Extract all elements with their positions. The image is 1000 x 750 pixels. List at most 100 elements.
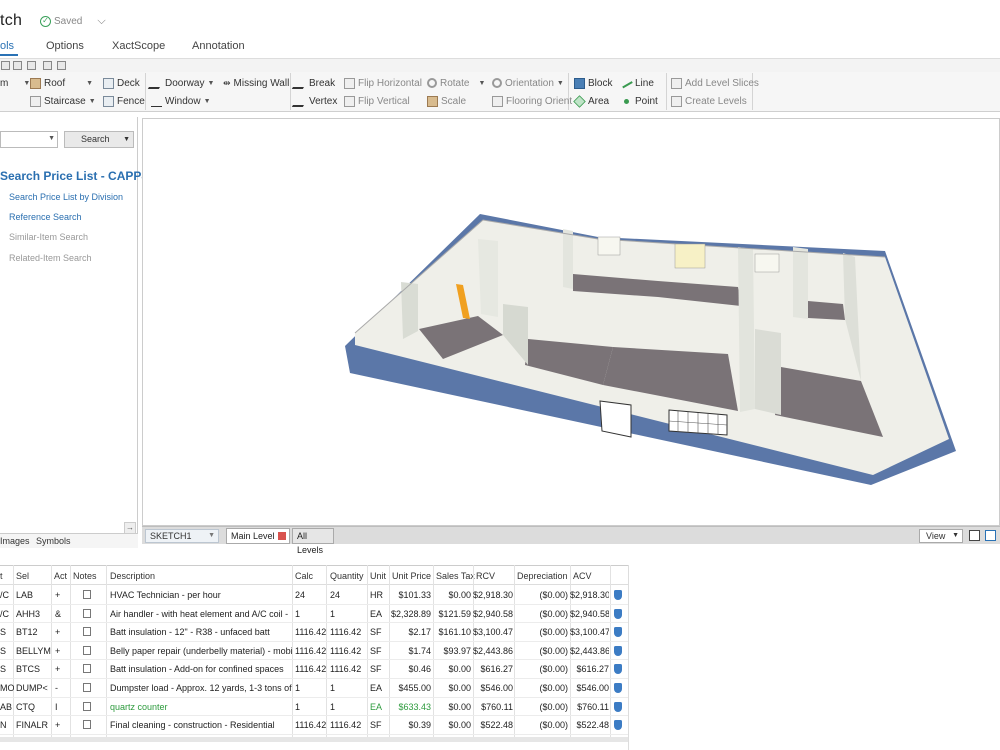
ribbon-group-levels: Add Level Slices Create Levels — [669, 73, 759, 110]
copy-icon[interactable] — [1, 61, 10, 70]
reference-search-link[interactable]: Reference Search — [9, 212, 82, 222]
col-depreciation[interactable]: Depreciation — [517, 571, 568, 581]
notes-icon[interactable] — [83, 720, 91, 730]
notes-icon[interactable] — [83, 645, 91, 655]
cell-calc: 1116.42 — [295, 664, 327, 675]
ribbon-group-edit: Break Vertex Flip Horizontal Flip Vertic… — [291, 73, 572, 110]
flip-vertical-button[interactable]: Flip Vertical — [344, 93, 410, 109]
area-button[interactable]: Area — [573, 93, 609, 109]
related-item-search-link[interactable]: Related-Item Search — [9, 253, 92, 263]
scale-button[interactable]: Scale — [427, 93, 466, 109]
chevron-down-icon[interactable]: ▼ — [123, 132, 130, 147]
tab-tools[interactable]: ols — [0, 38, 18, 56]
create-levels-button[interactable]: Create Levels — [671, 93, 747, 109]
col-acv[interactable]: ACV — [573, 571, 592, 581]
col-description[interactable]: Description — [110, 571, 155, 581]
save-icon[interactable] — [57, 61, 66, 70]
cell-rcv: $546.00 — [480, 683, 513, 693]
close-icon[interactable] — [278, 532, 286, 540]
table-row[interactable]: S BT12 + Batt insulation - 12" - R38 - unfa… — [0, 623, 628, 642]
paste-icon[interactable] — [13, 61, 22, 70]
sketch-select[interactable]: SKETCH1 ▼ — [145, 529, 219, 543]
notes-icon[interactable] — [83, 627, 91, 637]
col-sel[interactable]: Sel — [16, 571, 29, 581]
flip-horizontal-button[interactable]: Flip Horizontal — [344, 75, 422, 91]
view-2d-icon[interactable] — [969, 530, 980, 541]
cell-unit: SF — [370, 720, 382, 731]
col-unit[interactable]: Unit — [370, 571, 386, 581]
search-input[interactable]: ▼ — [0, 131, 58, 148]
chevron-down-icon[interactable]: ⌵ — [97, 15, 105, 28]
col-cat[interactable]: t — [0, 571, 3, 581]
saved-status[interactable]: ✓ Saved ⌵ — [40, 15, 106, 28]
view-3d-icon[interactable] — [985, 530, 996, 541]
col-notes[interactable]: Notes — [73, 571, 97, 581]
print-icon[interactable] — [43, 61, 52, 70]
cell-dep: ($0.00) — [539, 645, 568, 656]
cell-dep: ($0.00) — [539, 720, 568, 731]
notes-icon[interactable] — [83, 590, 91, 599]
deck-button[interactable]: Deck — [103, 75, 140, 91]
tab-xactscope[interactable]: XactScope — [112, 38, 165, 56]
window-button[interactable]: Window ▼ — [151, 93, 211, 109]
rotate-button[interactable]: Rotate ▼ — [427, 75, 485, 91]
view-select[interactable]: View ▼ — [919, 529, 963, 543]
cell-desc: Belly paper repair (underbelly material)… — [110, 645, 292, 656]
break-button[interactable]: Break — [291, 75, 335, 91]
col-unit-price[interactable]: Unit Price — [392, 571, 431, 581]
tab-main-level[interactable]: Main Level — [226, 528, 290, 544]
table-row[interactable]: MO DUMP< - Dumpster load - Approx. 12 yards… — [0, 679, 628, 698]
missing-wall-button[interactable]: ⇹ Missing Wall — [223, 75, 289, 91]
area-icon — [573, 94, 586, 108]
add-level-slices-button[interactable]: Add Level Slices — [671, 75, 759, 91]
table-row[interactable]: N FINALR + Final cleaning - construction - … — [0, 716, 628, 735]
fence-icon — [103, 95, 114, 107]
chevron-down-icon[interactable]: ▼ — [48, 135, 55, 142]
table-row[interactable]: /C LAB + HVAC Technician - per hour 24 24 HR $1… — [0, 586, 628, 605]
col-rcv[interactable]: RCV — [476, 571, 495, 581]
interior-wall — [793, 247, 808, 319]
undo-icon[interactable] — [27, 61, 36, 70]
cell-dep: ($0.00) — [539, 664, 568, 675]
col-act[interactable]: Act — [54, 571, 67, 581]
point-button[interactable]: Point — [621, 93, 658, 109]
table-scrollbar[interactable] — [0, 737, 628, 742]
tab-all-levels[interactable]: All Levels — [292, 528, 334, 555]
fence-button[interactable]: Fence — [103, 93, 145, 109]
cell-qty: 1116.42 — [330, 627, 362, 638]
chevron-down-icon[interactable]: ▼ — [952, 530, 959, 542]
notes-icon[interactable] — [83, 664, 91, 674]
quick-toolbar — [0, 58, 1000, 72]
search-by-division-link[interactable]: Search Price List by Division — [9, 192, 123, 202]
notes-icon[interactable] — [83, 683, 91, 692]
cell-qty: 24 — [330, 590, 341, 600]
tab-options[interactable]: Options — [46, 38, 84, 56]
similar-item-search-link[interactable]: Similar-Item Search — [9, 232, 88, 242]
flooring-orient-button[interactable]: Flooring Orient — [492, 93, 572, 109]
tab-annotation[interactable]: Annotation — [192, 38, 245, 56]
search-button[interactable]: Search ▼ — [64, 131, 134, 148]
staircase-button[interactable]: Staircase ▼ — [30, 93, 96, 109]
table-row[interactable]: /C AHH3 & Air handler - with heat element a… — [0, 605, 628, 624]
col-sales-tax[interactable]: Sales Tax — [436, 571, 475, 581]
tab-images[interactable]: Images — [0, 536, 30, 546]
orientation-button[interactable]: Orientation ▼ — [492, 75, 564, 91]
cell-sel: BT12 — [16, 627, 38, 638]
sketch-canvas[interactable] — [142, 118, 1000, 526]
notes-icon[interactable] — [83, 608, 91, 618]
chevron-down-icon[interactable]: ▼ — [208, 530, 215, 542]
line-button[interactable]: Line — [620, 75, 654, 91]
table-row[interactable]: S BELLYM + Belly paper repair (underbelly m… — [0, 642, 628, 661]
col-calc[interactable]: Calc — [295, 571, 313, 581]
roof-button[interactable]: Roof ▼ — [30, 75, 93, 91]
col-quantity[interactable]: Quantity — [330, 571, 364, 581]
vertex-button[interactable]: Vertex — [291, 93, 337, 109]
tab-symbols[interactable]: Symbols — [36, 536, 71, 546]
notes-icon[interactable] — [83, 701, 91, 711]
table-row[interactable]: AB CTQ Iquartz counter 1 1 EA $633.43 $0.00 $760… — [0, 698, 628, 717]
room-button[interactable]: m ▼ — [0, 75, 30, 91]
table-row[interactable]: S BTCS + Batt insulation - Add-on for confi… — [0, 660, 628, 679]
doorway-button[interactable]: Doorway ▼ — [147, 75, 214, 91]
block-button[interactable]: Block — [574, 75, 612, 91]
interior-wall — [478, 239, 498, 317]
